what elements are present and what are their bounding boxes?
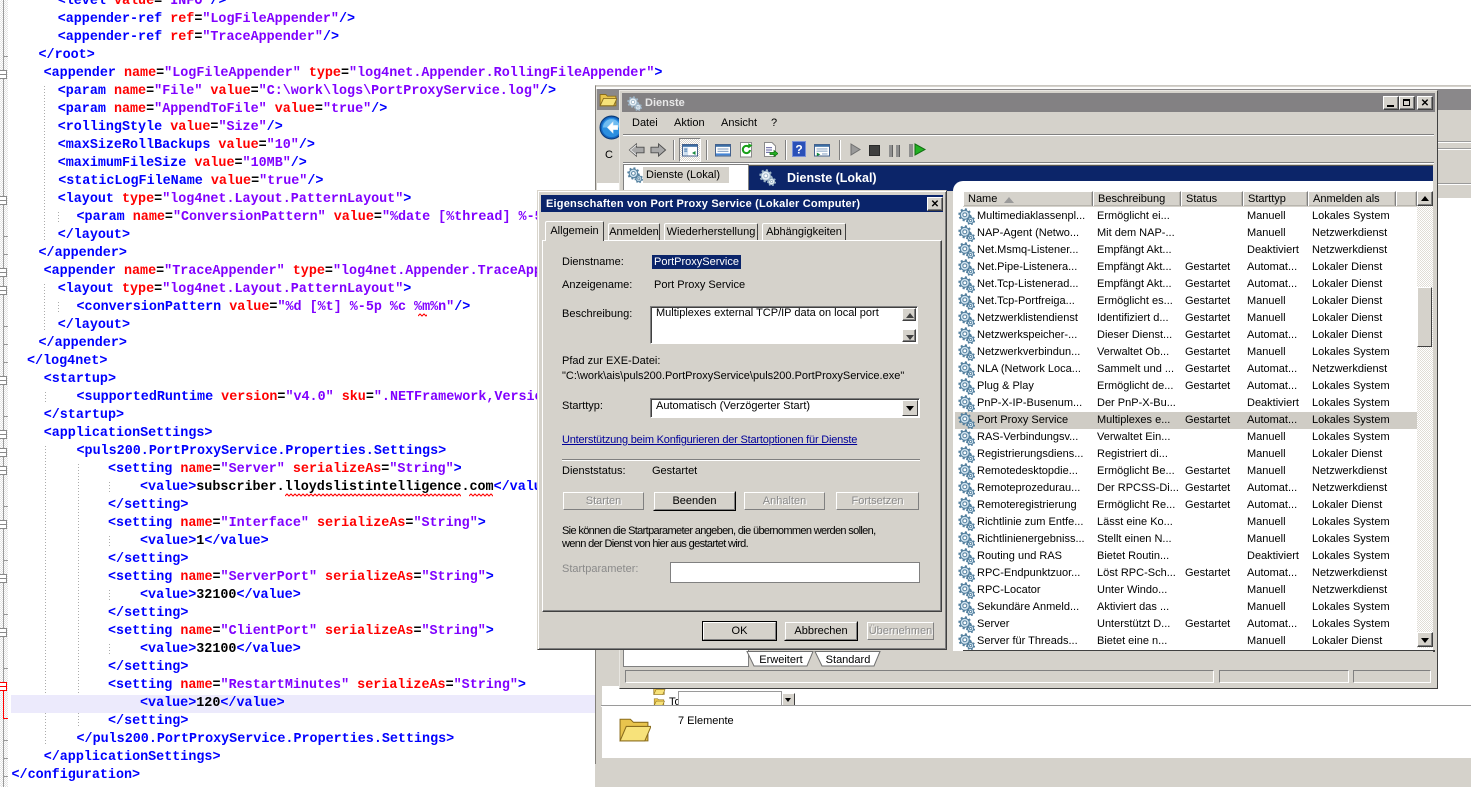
svg-text:Standard: Standard — [826, 654, 871, 666]
svg-text:Erweitert: Erweitert — [759, 654, 802, 666]
